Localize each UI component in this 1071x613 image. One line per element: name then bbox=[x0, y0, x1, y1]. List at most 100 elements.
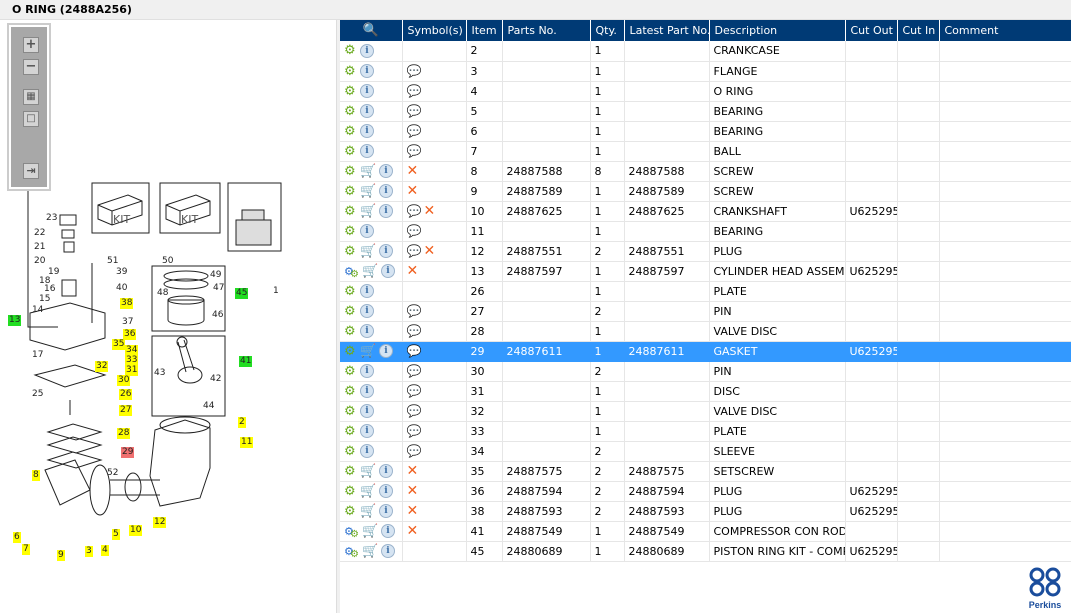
callout-6[interactable]: 6 bbox=[13, 532, 21, 543]
table-row[interactable]: ⚙ 🛒 i ✕ 9 24887589 1 24887589 SCREW bbox=[340, 181, 1071, 202]
export-button[interactable]: ⇥ bbox=[23, 163, 39, 179]
cart-icon[interactable]: 🛒 bbox=[360, 504, 376, 519]
cart-icon[interactable]: 🛒 bbox=[362, 264, 378, 279]
callout-52[interactable]: 52 bbox=[106, 468, 119, 479]
callout-46[interactable]: 46 bbox=[211, 310, 224, 321]
callout-43[interactable]: 43 bbox=[153, 368, 166, 379]
gear-icon[interactable]: ⚙ bbox=[344, 324, 357, 339]
gear-icon[interactable]: ⚙ bbox=[344, 444, 357, 459]
table-row[interactable]: ⚙ i 💬 28 1 VALVE DISC bbox=[340, 321, 1071, 342]
note-icon[interactable]: 💬 bbox=[407, 324, 422, 338]
info-icon[interactable]: i bbox=[379, 244, 393, 258]
info-icon[interactable]: i bbox=[360, 124, 374, 138]
column-header-icons[interactable]: 🔍 bbox=[340, 20, 403, 41]
info-icon[interactable]: i bbox=[360, 144, 374, 158]
gear-icon[interactable]: ⚙ bbox=[344, 364, 357, 379]
callout-20[interactable]: 20 bbox=[33, 256, 46, 267]
diagram-panel[interactable]: KIT KIT 23 22 21 20 19 18 16 15 14 17 13 39 40 38 37 36… bbox=[0, 20, 336, 613]
gear-icon[interactable]: ⚙ bbox=[344, 304, 357, 319]
cart-icon[interactable]: 🛒 bbox=[360, 244, 376, 259]
table-row[interactable]: ⚙ ⚙ 🛒 i 45 24880689 1 24880689 PISTON RING KIT -… bbox=[340, 541, 1071, 562]
table-row[interactable]: ⚙ 🛒 i ✕ 8 24887588 8 24887588 SCREW bbox=[340, 161, 1071, 182]
gear-icon[interactable]: ⚙ bbox=[344, 43, 357, 58]
column-header-cut-in[interactable]: Cut In bbox=[897, 20, 940, 41]
info-icon[interactable]: i bbox=[379, 504, 393, 518]
info-icon[interactable]: i bbox=[360, 224, 374, 238]
callout-39[interactable]: 39 bbox=[115, 267, 128, 278]
table-row[interactable]: ⚙ i 💬 30 2 PIN bbox=[340, 361, 1071, 382]
callout-25[interactable]: 25 bbox=[31, 389, 44, 400]
table-row[interactable]: ⚙ i 💬 4 1 O RING bbox=[340, 81, 1071, 102]
callout-12[interactable]: 12 bbox=[153, 517, 167, 528]
callout-47[interactable]: 47 bbox=[212, 283, 225, 294]
cart-icon[interactable]: 🛒 bbox=[360, 464, 376, 479]
callout-38[interactable]: 38 bbox=[120, 298, 134, 309]
table-row[interactable]: ⚙🛒i💬2924887611124887611GASKETU625295X bbox=[340, 341, 1071, 362]
note-icon[interactable]: 💬 bbox=[407, 224, 422, 238]
table-row[interactable]: ⚙ ⚙ 🛒 i ✕ 41 24887549 1 24887549 COMPRESSOR CON R… bbox=[340, 521, 1071, 542]
table-row[interactable]: ⚙🛒i✕3824887593224887593PLUGU625295X bbox=[340, 501, 1071, 522]
callout-4[interactable]: 4 bbox=[101, 545, 109, 556]
callout-22[interactable]: 22 bbox=[33, 228, 46, 239]
table-row[interactable]: ⚙ ⚙ 🛒 i ✕ 13 24887597 1 24887597 CYLINDER HEAD AS… bbox=[340, 261, 1071, 282]
gear-icon[interactable]: ⚙ bbox=[344, 424, 357, 439]
gear-icon[interactable]: ⚙ bbox=[344, 204, 357, 219]
info-icon[interactable]: i bbox=[381, 544, 395, 558]
callout-51[interactable]: 51 bbox=[106, 256, 119, 267]
info-icon[interactable]: i bbox=[379, 484, 393, 498]
info-icon[interactable]: i bbox=[381, 264, 395, 278]
note-icon[interactable]: 💬 bbox=[407, 384, 422, 398]
callout-1[interactable]: 1 bbox=[272, 286, 280, 297]
gear-icon[interactable]: ⚙ bbox=[344, 104, 357, 119]
gear-icon[interactable]: ⚙ bbox=[344, 144, 357, 159]
callout-48[interactable]: 48 bbox=[156, 288, 169, 299]
table-row[interactable]: ⚙ i 💬 6 1 BEARING bbox=[340, 121, 1071, 142]
note-icon[interactable]: 💬 bbox=[407, 124, 422, 138]
table-row[interactable]: ⚙ i 💬 7 1 BALL bbox=[340, 141, 1071, 162]
column-header-qty[interactable]: Qty. bbox=[590, 20, 625, 41]
column-header-symbols[interactable]: Symbol(s) bbox=[402, 20, 467, 41]
table-row[interactable]: ⚙🛒i✕3624887594224887594PLUGU625295X bbox=[340, 481, 1071, 502]
gear-icon[interactable]: ⚙ bbox=[344, 404, 357, 419]
column-header-description[interactable]: Description bbox=[709, 20, 846, 41]
callout-15[interactable]: 15 bbox=[38, 294, 51, 305]
gear-icon[interactable]: ⚙ bbox=[344, 164, 357, 179]
info-icon[interactable]: i bbox=[360, 43, 374, 58]
gear-icon[interactable]: ⚙ bbox=[344, 284, 357, 299]
callout-32[interactable]: 32 bbox=[95, 361, 109, 372]
info-icon[interactable]: i bbox=[360, 404, 374, 418]
callout-10[interactable]: 10 bbox=[129, 525, 143, 536]
column-header-parts-no[interactable]: Parts No. bbox=[502, 20, 591, 41]
callout-30[interactable]: 30 bbox=[117, 375, 131, 386]
callout-44[interactable]: 44 bbox=[202, 401, 215, 412]
info-icon[interactable]: i bbox=[360, 84, 374, 98]
table-row[interactable]: ⚙ 🛒 i 💬 ✕ 10 24887625 1 24887625 CRANKSHAFT U62529… bbox=[340, 201, 1071, 222]
cart-icon[interactable]: 🛒 bbox=[360, 204, 376, 219]
note-icon[interactable]: 💬 bbox=[407, 344, 422, 358]
table-row[interactable]: ⚙ i 💬 34 2 SLEEVE bbox=[340, 441, 1071, 462]
assembly-gears-icon[interactable]: ⚙ ⚙ bbox=[344, 545, 359, 560]
callout-14[interactable]: 14 bbox=[31, 305, 44, 316]
table-row[interactable]: ⚙ i 💬 31 1 DISC bbox=[340, 381, 1071, 402]
table-row[interactable]: ⚙ i 💬 32 1 VALVE DISC bbox=[340, 401, 1071, 422]
callout-35[interactable]: 35 bbox=[112, 339, 126, 350]
gear-icon[interactable]: ⚙ bbox=[344, 464, 357, 479]
callout-42[interactable]: 42 bbox=[209, 374, 222, 385]
assembly-gears-icon[interactable]: ⚙ ⚙ bbox=[344, 265, 359, 280]
callout-45[interactable]: 45 bbox=[235, 288, 249, 299]
note-icon[interactable]: 💬 bbox=[407, 424, 422, 438]
column-header-cut-out[interactable]: Cut Out bbox=[845, 20, 898, 41]
callout-27[interactable]: 27 bbox=[119, 405, 133, 416]
callout-26[interactable]: 26 bbox=[119, 389, 133, 400]
gear-icon[interactable]: ⚙ bbox=[344, 484, 357, 499]
cart-icon[interactable]: 🛒 bbox=[360, 184, 376, 199]
info-icon[interactable]: i bbox=[360, 284, 374, 298]
info-icon[interactable]: i bbox=[381, 524, 395, 538]
zoom-in-button[interactable]: + bbox=[23, 37, 39, 53]
note-icon[interactable]: 💬 bbox=[407, 144, 422, 158]
note-icon[interactable]: 💬 bbox=[407, 444, 422, 458]
note-icon[interactable]: 💬 bbox=[407, 64, 422, 78]
callout-49[interactable]: 49 bbox=[209, 270, 222, 281]
table-row[interactable]: ⚙ i 2 1 CRANKCASE bbox=[340, 41, 1071, 62]
info-icon[interactable]: i bbox=[360, 444, 374, 458]
